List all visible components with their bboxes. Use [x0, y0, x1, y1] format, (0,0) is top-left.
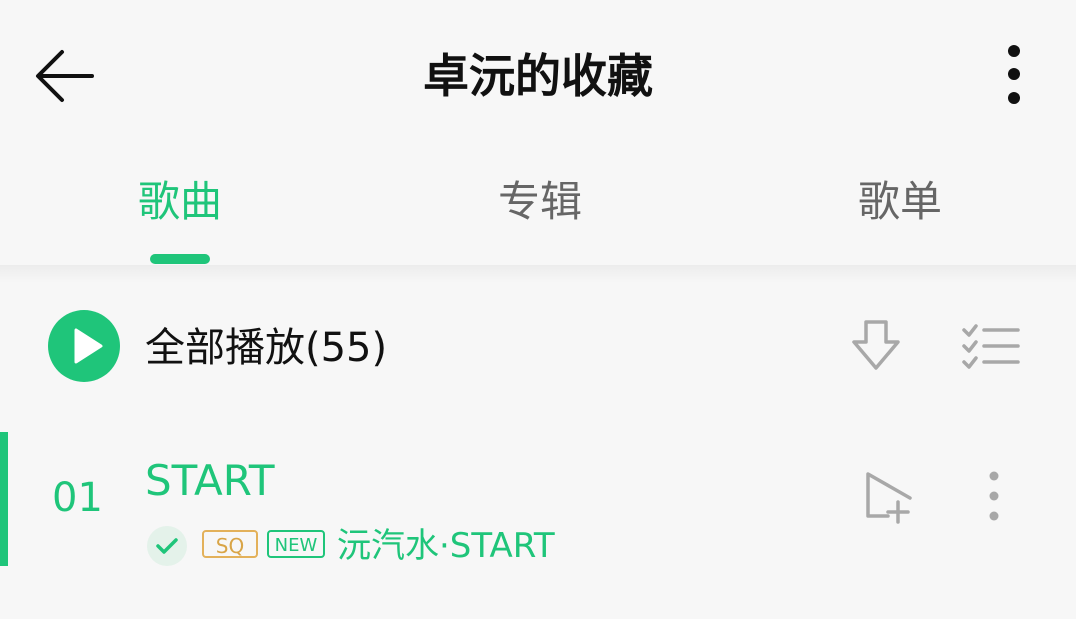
downloaded-badge	[147, 526, 187, 566]
more-vertical-icon	[989, 471, 999, 521]
more-options-button[interactable]	[990, 40, 1038, 112]
check-icon	[156, 538, 178, 554]
checklist-icon	[962, 324, 1020, 369]
tab-bar: 歌曲 专辑 歌单	[0, 150, 1076, 265]
play-icon	[74, 328, 103, 364]
favorites-screen: 卓沅的收藏 歌曲 专辑 歌单 全部播放(55) 01 START SQ NEW …	[0, 0, 1076, 619]
tab-indicator	[150, 254, 210, 264]
page-title: 卓沅的收藏	[423, 49, 653, 103]
song-row[interactable]: 01 START SQ NEW 沅汽水·START	[0, 428, 1076, 568]
play-all-label[interactable]: 全部播放(55)	[145, 318, 387, 378]
add-to-playlist-icon	[866, 472, 912, 524]
new-tag: NEW	[267, 530, 325, 558]
sq-quality-tag: SQ	[202, 530, 258, 558]
tab-songs[interactable]: 歌曲	[80, 172, 280, 232]
song-more-button[interactable]	[970, 468, 1018, 528]
download-icon	[852, 320, 900, 370]
song-artist-album: 沅汽水·START	[337, 526, 555, 566]
tab-divider	[0, 265, 1076, 283]
add-to-playlist-button[interactable]	[860, 468, 916, 524]
now-playing-indicator	[0, 432, 8, 566]
play-all-button[interactable]	[48, 310, 120, 382]
song-index: 01	[52, 475, 103, 521]
tab-playlists[interactable]: 歌单	[800, 172, 1000, 232]
multi-select-button[interactable]	[958, 318, 1022, 374]
tab-albums[interactable]: 专辑	[440, 172, 640, 232]
more-vertical-icon	[1008, 45, 1020, 104]
play-all-row: 全部播放(55)	[0, 300, 1076, 395]
header: 卓沅的收藏	[0, 0, 1076, 150]
download-button[interactable]	[848, 318, 904, 374]
song-title: START	[145, 456, 275, 505]
